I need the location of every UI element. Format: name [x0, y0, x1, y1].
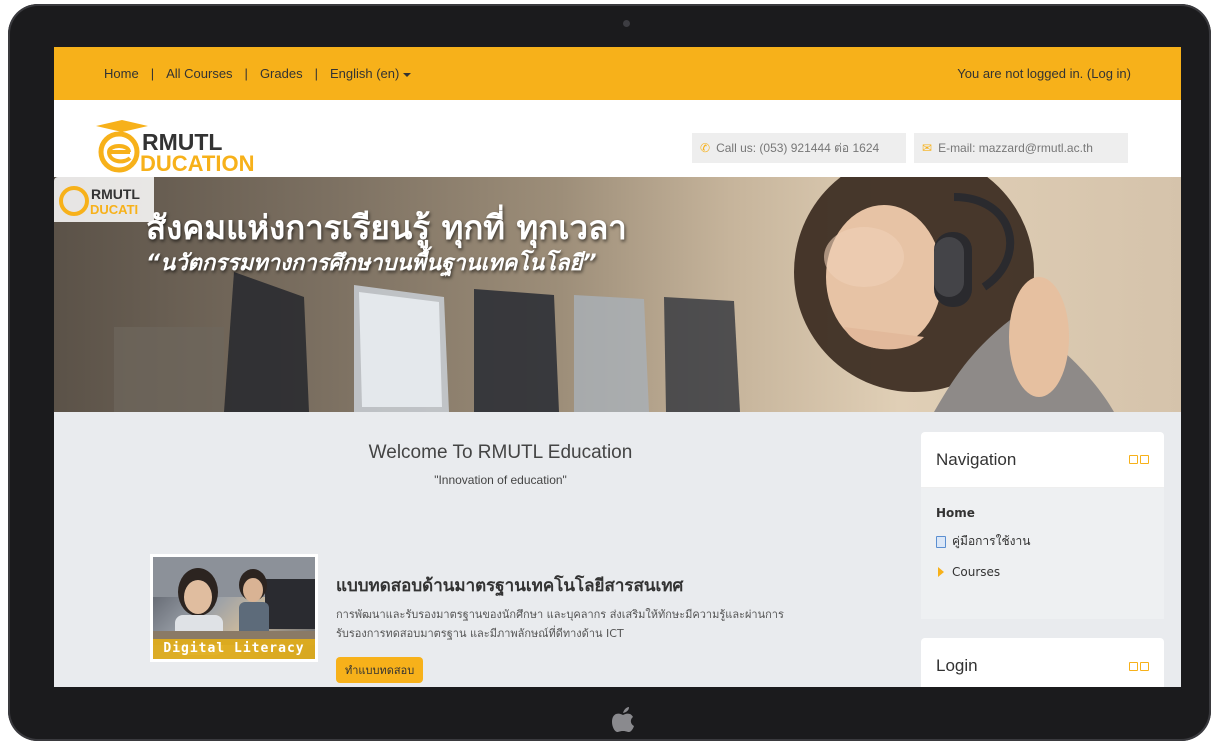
navigation-block: Navigation Home คู่มือการใช้งาน Courses	[921, 432, 1164, 619]
camera-dot	[623, 20, 630, 27]
browser-screen: Home | All Courses | Grades | English (e…	[54, 47, 1181, 687]
caret-down-icon	[403, 72, 412, 77]
login-block-title: Login	[936, 656, 978, 675]
logo-text-ducation: DUCATION	[140, 151, 254, 174]
site-header: RMUTL DUCATION ✆ Call us: (053) 921444 ต…	[54, 100, 1181, 177]
login-status-link[interactable]: You are not logged in. (Log in)	[957, 66, 1131, 81]
hero-banner: สังคมแห่งการเรียนรู้ ทุกที่ ทุกเวลา “นวั…	[54, 177, 1181, 412]
block-controls	[1129, 455, 1149, 464]
dock-icon[interactable]	[1140, 661, 1149, 671]
collapse-icon[interactable]	[1129, 661, 1138, 671]
navigation-block-header: Navigation	[921, 432, 1164, 488]
nav-separator: |	[150, 66, 155, 81]
welcome-heading: Welcome To RMUTL Education	[368, 442, 633, 463]
nav-grades-link[interactable]: Grades	[260, 66, 303, 81]
banner-logo-text-2: DUCATI	[90, 202, 138, 217]
nav-tree-home[interactable]: Home	[936, 506, 1149, 520]
top-nav-links: Home | All Courses | Grades | English (e…	[104, 66, 412, 81]
contact-phone: ✆ Call us: (053) 921444 ต่อ 1624	[692, 133, 906, 163]
triangle-right-icon	[938, 567, 944, 577]
contact-email-text: E-mail: mazzard@rmutl.ac.th	[938, 141, 1093, 155]
document-icon	[936, 535, 946, 548]
navigation-block-title: Navigation	[936, 449, 1017, 469]
take-test-button[interactable]: ทำแบบทดสอบ	[336, 657, 424, 683]
nav-tree-courses-label: Courses	[952, 565, 1001, 579]
language-menu[interactable]: English (en)	[329, 66, 412, 81]
phone-icon: ✆	[700, 141, 711, 155]
language-label: English (en)	[329, 66, 400, 81]
nav-separator: |	[244, 66, 248, 81]
nav-home-link[interactable]: Home	[104, 66, 139, 81]
course-description-line-1: การพัฒนาและรับรองมาตรฐานของนักศึกษา และบ…	[336, 608, 784, 621]
course-image-label: Digital Literacy	[153, 639, 315, 659]
login-block: Login	[921, 638, 1164, 687]
course-description: การพัฒนาและรับรองมาตรฐานของนักศึกษา และบ…	[336, 605, 876, 643]
banner-logo: RMUTL DUCATI	[54, 177, 154, 222]
contact-email: ✉ E-mail: mazzard@rmutl.ac.th	[914, 133, 1128, 163]
apple-logo-icon	[612, 707, 634, 732]
course-description-line-2: รับรองการทดสอบมาตรฐาน และมีภาพลักษณ์ที่ด…	[336, 627, 624, 640]
course-title[interactable]: แบบทดสอบด้านมาตรฐานเทคโนโลยีสารสนเทศ	[336, 572, 683, 599]
login-block-header: Login	[921, 638, 1164, 687]
top-navbar: Home | All Courses | Grades | English (e…	[54, 47, 1181, 100]
nav-tree-manual-label: คู่มือการใช้งาน	[952, 534, 1031, 548]
rmutl-education-logo[interactable]: RMUTL DUCATION	[94, 120, 294, 174]
contact-phone-text: Call us: (053) 921444 ต่อ 1624	[716, 140, 880, 155]
block-controls	[1129, 661, 1149, 671]
banner-subtitle: “นวัตกรรมทางการศึกษาบนพื้นฐานเทคโนโลยี”	[146, 251, 597, 276]
main-content: Welcome To RMUTL Education "Innovation o…	[54, 412, 1181, 687]
welcome-tagline: "Innovation of education"	[434, 473, 567, 487]
nav-all-courses-link[interactable]: All Courses	[166, 66, 232, 81]
nav-separator: |	[314, 66, 318, 81]
banner-logo-text-1: RMUTL	[91, 186, 140, 202]
collapse-icon[interactable]	[1129, 455, 1138, 464]
navigation-block-body: Home คู่มือการใช้งาน Courses	[921, 488, 1164, 619]
dock-icon[interactable]	[1140, 455, 1149, 464]
nav-tree-courses[interactable]: Courses	[936, 565, 1149, 579]
course-thumbnail[interactable]: Digital Literacy	[150, 554, 318, 662]
envelope-icon: ✉	[922, 141, 933, 155]
nav-tree-manual[interactable]: คู่มือการใช้งาน	[936, 532, 1149, 551]
